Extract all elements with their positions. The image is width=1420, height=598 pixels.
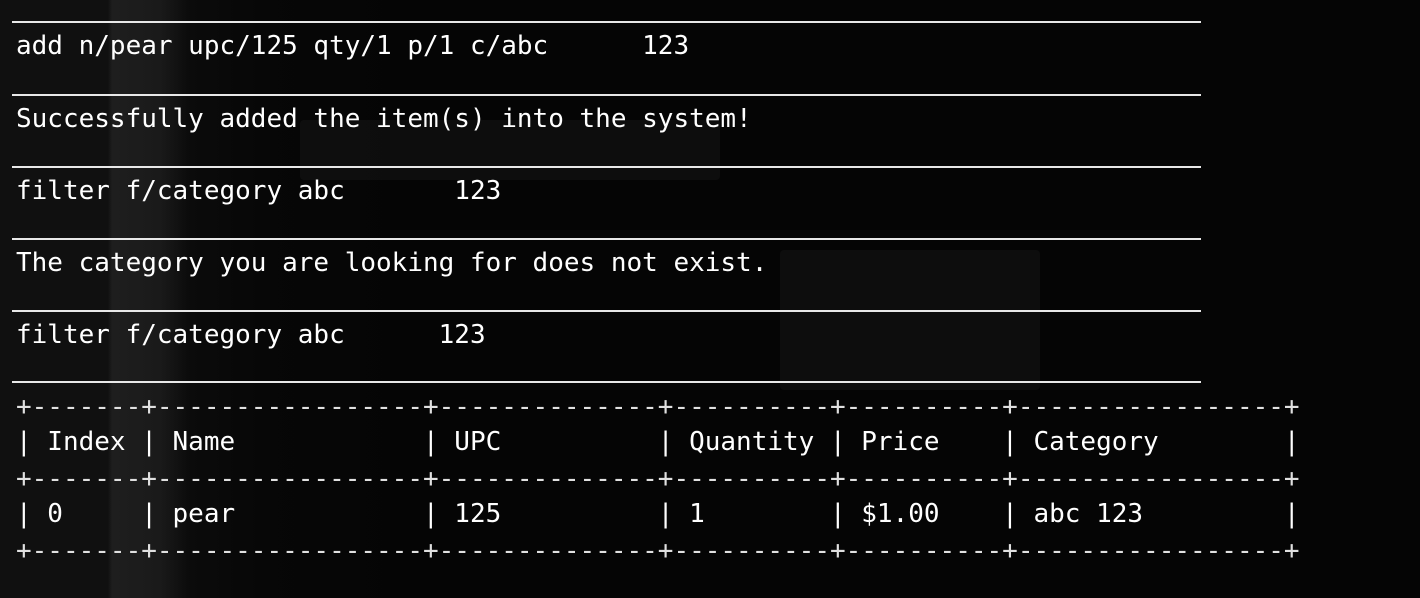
command-line: add n/pear upc/125 qty/1 p/1 c/abc 123 — [16, 31, 690, 61]
response-line: The category you are looking for does no… — [16, 248, 768, 278]
terminal-output[interactable]: add n/pear upc/125 qty/1 p/1 c/abc 123 S… — [0, 0, 1420, 598]
command-line: filter f/category abc 123 — [16, 176, 502, 206]
command-line: filter f/category abc 123 — [16, 320, 486, 350]
separator-line — [12, 381, 1201, 383]
table-border: +-------+-----------------+-------------… — [16, 536, 1300, 566]
separator-line — [12, 94, 1201, 96]
separator-line — [12, 238, 1201, 240]
table-header-row: | Index | Name | UPC | Quantity | Price … — [16, 427, 1300, 457]
separator-line — [12, 166, 1201, 168]
separator-line — [12, 310, 1201, 312]
separator-line — [12, 21, 1201, 23]
table-row: | 0 | pear | 125 | 1 | $1.00 | abc 123 | — [16, 499, 1300, 529]
table-border: +-------+-----------------+-------------… — [16, 392, 1300, 422]
table-border: +-------+-----------------+-------------… — [16, 464, 1300, 494]
response-line: Successfully added the item(s) into the … — [16, 104, 752, 134]
